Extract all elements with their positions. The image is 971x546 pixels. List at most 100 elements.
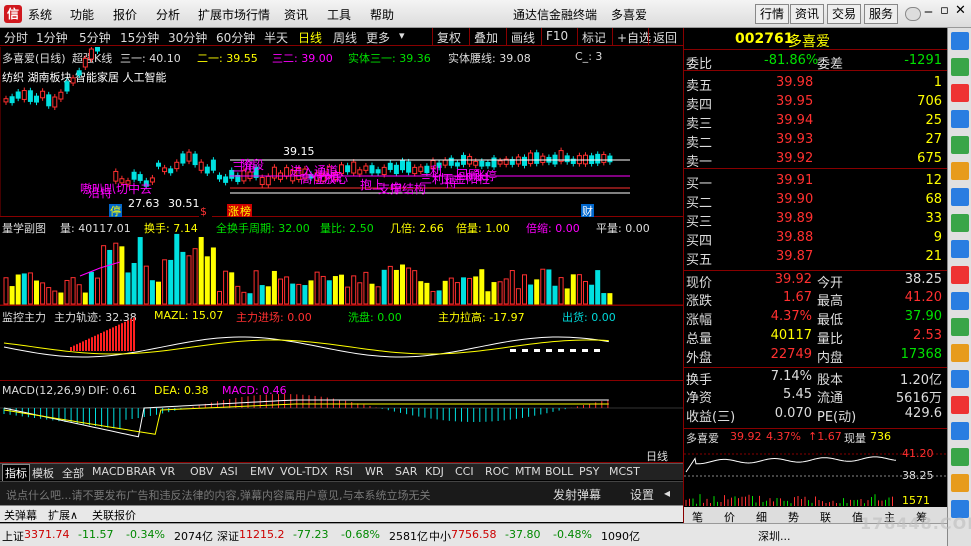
- indicator-tab-16[interactable]: MTM: [515, 465, 541, 478]
- macd-chart[interactable]: [0, 382, 683, 463]
- volume-chart[interactable]: [0, 218, 683, 306]
- indicator-tab-5[interactable]: VR: [160, 465, 175, 478]
- main-force-pane[interactable]: 监控主力 主力轨迹: 32.38 MAZL: 15.07 主力进场: 0.00 洗盘:…: [0, 307, 683, 381]
- tab-15min[interactable]: 15分钟: [120, 29, 159, 46]
- tab-timeshare[interactable]: 分时: [4, 29, 28, 46]
- close-danmu-tab[interactable]: 关弹幕: [4, 507, 37, 523]
- market-button[interactable]: 行情: [755, 4, 790, 24]
- app-logo-icon[interactable]: 信: [4, 5, 22, 23]
- tab-5min[interactable]: 5分钟: [79, 29, 111, 46]
- menu-help[interactable]: 帮助: [370, 6, 394, 23]
- news-button[interactable]: 资讯: [790, 4, 825, 24]
- kline-pane[interactable]: 多喜爱(日线) 超强K线 三一: 40.10 二一: 39.55 三二: 39.…: [0, 47, 683, 217]
- indicator-tab-12[interactable]: SAR: [395, 465, 417, 478]
- bid-row-2[interactable]: 买三 39.89 33: [684, 210, 948, 230]
- indicator-tab-15[interactable]: ROC: [485, 465, 509, 478]
- overlay-button[interactable]: 叠加: [469, 28, 502, 45]
- menu-tools[interactable]: 工具: [327, 6, 351, 23]
- ask-row-2[interactable]: 卖三 39.94 25: [684, 112, 948, 132]
- fund-icon[interactable]: [951, 318, 969, 336]
- bar-icon[interactable]: [951, 448, 969, 466]
- tag-1[interactable]: $: [199, 204, 212, 217]
- table-icon[interactable]: [951, 292, 969, 310]
- menu-quote[interactable]: 报价: [113, 6, 137, 23]
- ask-row-4[interactable]: 卖一 39.92 675: [684, 150, 948, 170]
- more-chevron-icon[interactable]: ▾: [399, 29, 405, 42]
- arrow-up-icon[interactable]: [951, 32, 969, 50]
- indicator-tab-10[interactable]: RSI: [335, 465, 353, 478]
- compare-icon[interactable]: [951, 188, 969, 206]
- tag-4[interactable]: 财: [581, 204, 594, 217]
- kline-icon[interactable]: [951, 84, 969, 102]
- indicator-tab-7[interactable]: ASI: [220, 465, 238, 478]
- bid-row-4[interactable]: 买五 39.87 21: [684, 248, 948, 268]
- ask-row-0[interactable]: 卖五 39.98 1: [684, 74, 948, 94]
- f10-button[interactable]: F10: [541, 28, 572, 45]
- mark-button[interactable]: 标记: [577, 28, 610, 45]
- tag-3[interactable]: 榜: [239, 204, 252, 217]
- danmu-expand-icon[interactable]: ◂: [664, 486, 670, 500]
- warning-icon[interactable]: [951, 162, 969, 180]
- expand-tab[interactable]: 扩展∧: [48, 507, 78, 523]
- bid-row-1[interactable]: 买二 39.90 68: [684, 191, 948, 211]
- close-icon[interactable]: ✕: [955, 3, 966, 18]
- minute-chart-icon[interactable]: [951, 58, 969, 76]
- indicator-tab-2[interactable]: 全部: [62, 465, 84, 481]
- menu-system[interactable]: 系统: [28, 6, 52, 23]
- indicator-tab-0[interactable]: 指标: [2, 464, 30, 482]
- ask-row-1[interactable]: 卖四 39.95 706: [684, 93, 948, 113]
- danmu-settings-button[interactable]: 设置: [630, 486, 654, 503]
- indicator-tab-3[interactable]: MACD: [92, 465, 125, 478]
- tab-daily[interactable]: 日线: [298, 29, 322, 46]
- kline-chart[interactable]: 39.1527.63 30.51嗷叭叭切中去沿特三角阶段 进入通道高位放心抄底抱上支…: [0, 47, 683, 217]
- main-force-chart[interactable]: [0, 307, 683, 381]
- indicator-tab-6[interactable]: OBV: [190, 465, 213, 478]
- rank-icon[interactable]: [951, 110, 969, 128]
- menu-extended-market[interactable]: 扩展市场行情: [198, 6, 270, 23]
- minimize-icon[interactable]: ‒: [924, 4, 933, 20]
- indicator-tab-11[interactable]: WR: [365, 465, 384, 478]
- pie-icon[interactable]: [951, 396, 969, 414]
- indicator-tab-1[interactable]: 模板: [32, 465, 54, 481]
- news-icon[interactable]: [951, 240, 969, 258]
- menu-analysis[interactable]: 分析: [156, 6, 180, 23]
- draw-button[interactable]: 画线: [506, 28, 539, 45]
- skin-icon[interactable]: [905, 7, 921, 21]
- indicator-tab-17[interactable]: BOLL: [545, 465, 573, 478]
- mini-chart[interactable]: 41.20 38.25 1571: [684, 446, 948, 506]
- trend-icon[interactable]: [951, 136, 969, 154]
- related-quote-tab[interactable]: 关联报价: [92, 507, 136, 523]
- money-icon[interactable]: [951, 474, 969, 492]
- tag-0[interactable]: 停: [109, 204, 122, 217]
- macd-pane[interactable]: MACD(12,26,9) DIF: 0.61 DEA: 0.38 MACD: 0.…: [0, 382, 683, 463]
- hot-icon[interactable]: [951, 266, 969, 284]
- indicator-tab-18[interactable]: PSY: [579, 465, 599, 478]
- tag-2[interactable]: 涨: [227, 204, 240, 217]
- rsi-icon[interactable]: [951, 422, 969, 440]
- menu-news[interactable]: 资讯: [284, 6, 308, 23]
- bell-icon[interactable]: [951, 344, 969, 362]
- indicator-tab-8[interactable]: EMV: [250, 465, 274, 478]
- menu-function[interactable]: 功能: [70, 6, 94, 23]
- volume-pane[interactable]: 量学副图 量: 40117.01 换手: 7.14 全换手周期: 32.00 量比: …: [0, 218, 683, 306]
- tab-60min[interactable]: 60分钟: [216, 29, 255, 46]
- bid-row-0[interactable]: 买一 39.91 12: [684, 172, 948, 192]
- f-icon[interactable]: [951, 370, 969, 388]
- indicator-tab-4[interactable]: BRAR: [126, 465, 156, 478]
- bid-row-3[interactable]: 买四 39.88 9: [684, 229, 948, 249]
- service-button[interactable]: 服务: [864, 4, 899, 24]
- trade-button[interactable]: 交易: [827, 4, 862, 24]
- maximize-icon[interactable]: ▫: [940, 3, 949, 18]
- indicator-tab-14[interactable]: CCI: [455, 465, 474, 478]
- indicator-tab-9[interactable]: VOL-TDX: [280, 465, 328, 478]
- tab-halfday[interactable]: 半天: [264, 29, 288, 46]
- sector-icon[interactable]: [951, 214, 969, 232]
- tab-1min[interactable]: 1分钟: [36, 29, 68, 46]
- back-button[interactable]: 返回: [648, 28, 681, 45]
- indicator-tab-19[interactable]: MCST: [609, 465, 640, 478]
- danmu-input[interactable]: 说点什么吧...请不要发布广告和违反法律的内容,弹幕内容属用户意见,与本系统立场…: [6, 487, 430, 503]
- tab-30min[interactable]: 30分钟: [168, 29, 207, 46]
- indicator-tab-13[interactable]: KDJ: [425, 465, 444, 478]
- tab-weekly[interactable]: 周线: [333, 29, 357, 46]
- tab-more[interactable]: 更多: [366, 29, 390, 46]
